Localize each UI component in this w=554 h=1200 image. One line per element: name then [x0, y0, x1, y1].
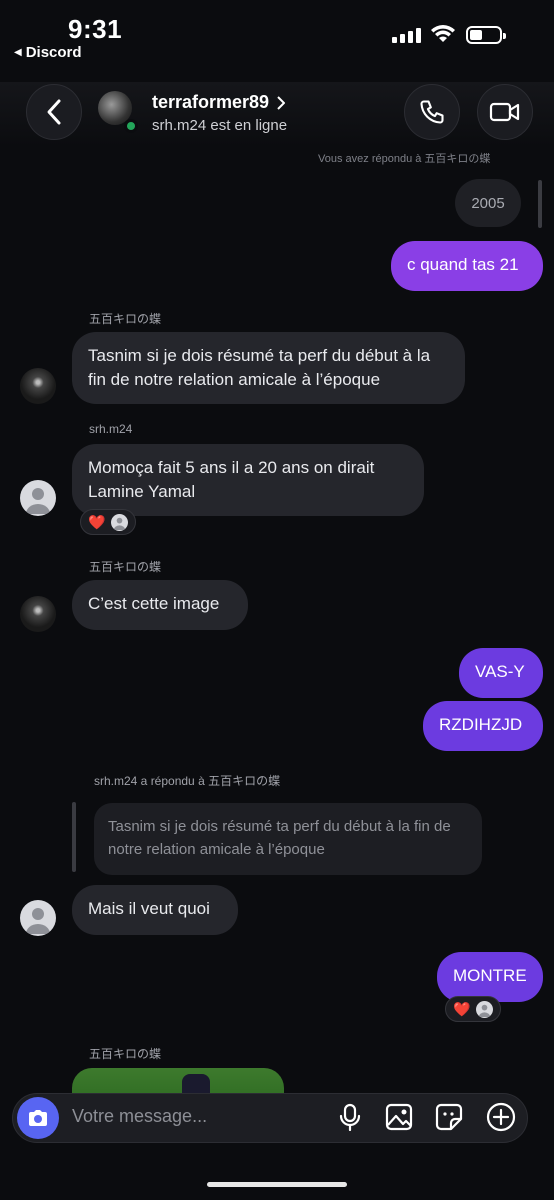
contact-name-button[interactable]: terraformer89 — [152, 92, 286, 113]
message-sender: srh.m24 — [89, 422, 133, 436]
message-sender: 五百キロの蝶 — [89, 1047, 162, 1061]
phone-icon — [420, 100, 444, 124]
back-button[interactable] — [26, 84, 82, 140]
outgoing-message[interactable]: c quand tas 21 — [391, 241, 543, 291]
incoming-message[interactable]: C’est cette image — [72, 580, 248, 630]
message-input[interactable]: Votre message... — [72, 1106, 207, 1127]
sender-avatar[interactable] — [20, 900, 56, 936]
video-camera-icon — [489, 102, 520, 122]
back-app-label: Discord — [25, 44, 82, 61]
add-button[interactable] — [486, 1102, 516, 1132]
voice-call-button[interactable] — [404, 84, 460, 140]
sticker-icon — [435, 1103, 463, 1131]
status-time: 9:31 — [68, 14, 123, 44]
video-call-button[interactable] — [477, 84, 533, 140]
sticker-button[interactable] — [434, 1102, 464, 1132]
outgoing-message[interactable]: VAS-Y — [459, 648, 543, 698]
quoted-message[interactable]: Tasnim si je dois résumé ta perf du débu… — [94, 803, 482, 875]
contact-name: terraformer89 — [152, 92, 270, 112]
quote-bar — [72, 802, 76, 872]
reaction-badge[interactable]: ❤️ — [80, 509, 137, 535]
heart-reaction-icon: ❤️ — [453, 1000, 471, 1017]
online-status-dot — [124, 119, 138, 133]
message-sender: 五百キロの蝶 — [89, 560, 162, 574]
default-user-icon — [479, 1004, 491, 1017]
outgoing-message[interactable]: MONTRE — [437, 952, 543, 1002]
incoming-message[interactable]: Mais il veut quoi — [72, 885, 238, 935]
contact-status: srh.m24 est en ligne — [152, 117, 288, 134]
microphone-icon — [339, 1103, 361, 1131]
home-indicator[interactable] — [207, 1182, 347, 1187]
image-icon — [385, 1103, 413, 1131]
incoming-message[interactable]: Momoça fait 5 ans il a 20 ans on dirait … — [72, 444, 424, 516]
incoming-message[interactable]: Tasnim si je dois résumé ta perf du débu… — [72, 332, 465, 404]
default-user-icon — [26, 488, 50, 514]
scrollbar[interactable] — [538, 180, 542, 228]
wifi-icon — [431, 25, 455, 42]
reply-header: srh.m24 a répondu à 五百キロの蝶 — [94, 774, 281, 788]
sender-avatar[interactable] — [20, 596, 56, 632]
reactor-avatar — [111, 513, 129, 531]
chevron-right-icon — [277, 95, 286, 110]
battery-icon — [466, 26, 506, 44]
back-to-app-link[interactable]: ◀ Discord — [14, 44, 82, 61]
camera-icon — [29, 1110, 47, 1126]
cellular-signal-icon — [392, 28, 421, 43]
camera-button[interactable] — [17, 1097, 59, 1139]
back-triangle-icon: ◀ — [14, 47, 22, 58]
heart-reaction-icon: ❤️ — [88, 513, 106, 530]
sender-avatar[interactable] — [20, 480, 56, 516]
reaction-badge[interactable]: ❤️ — [445, 996, 502, 1022]
chevron-left-icon — [47, 99, 61, 125]
gallery-button[interactable] — [384, 1102, 414, 1132]
default-user-icon — [114, 517, 126, 530]
reply-context: Vous avez répondu à 五百キロの蝶 — [318, 153, 491, 165]
microphone-button[interactable] — [335, 1102, 365, 1132]
message-bubble-2005[interactable]: 2005 — [455, 179, 521, 227]
reactor-avatar — [476, 1000, 494, 1018]
default-user-icon — [26, 908, 50, 934]
outgoing-message[interactable]: RZDIHZJD — [423, 701, 543, 751]
plus-circle-icon — [486, 1102, 516, 1132]
message-sender: 五百キロの蝶 — [89, 312, 162, 326]
sender-avatar[interactable] — [20, 368, 56, 404]
